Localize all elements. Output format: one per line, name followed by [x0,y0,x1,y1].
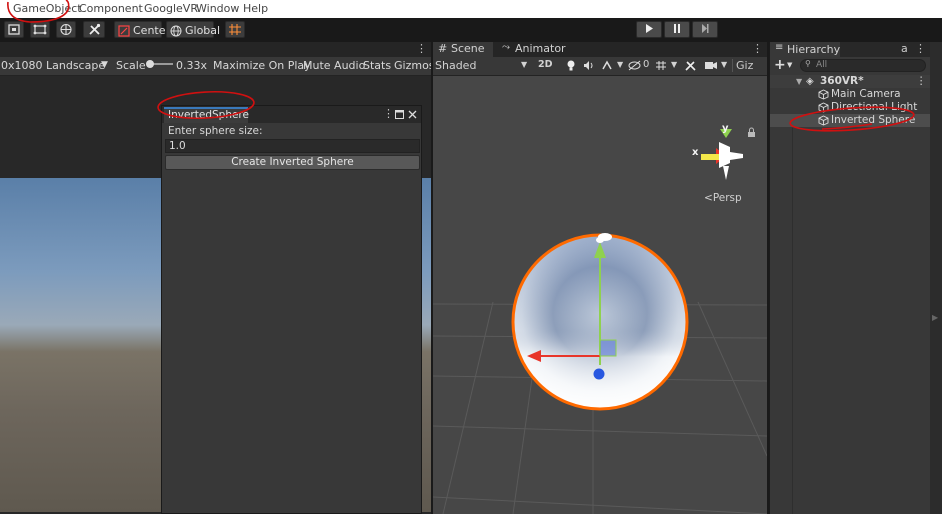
annotation-circle-gameobject [7,0,70,23]
annotation-circle-window-tab [157,90,255,120]
annotation-overlay [7,0,915,132]
annotation-circle-inverted-sphere [789,106,915,132]
